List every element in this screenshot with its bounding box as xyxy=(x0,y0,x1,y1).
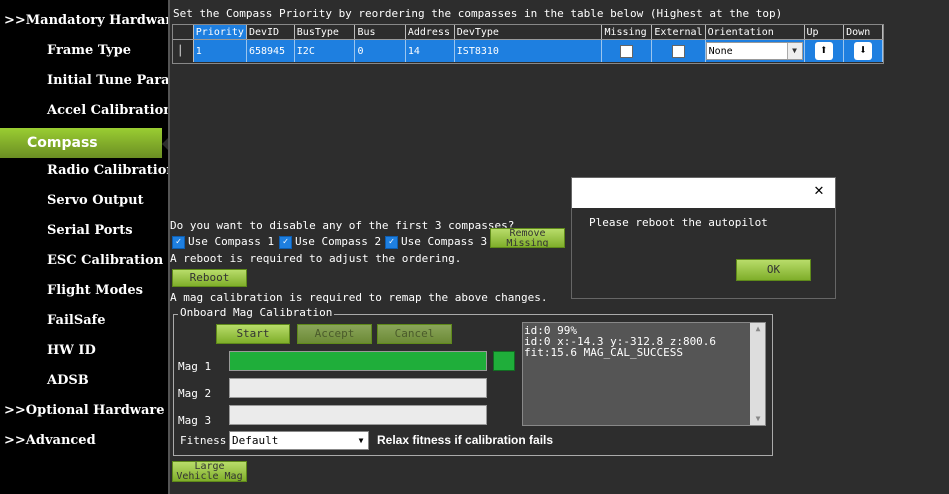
col-up[interactable]: Up xyxy=(804,25,845,40)
mag2-progress-bar xyxy=(229,378,487,398)
log-line: fit:15.6 MAG_CAL_SUCCESS xyxy=(524,346,683,359)
col-external[interactable]: External xyxy=(651,25,706,40)
col-devtype[interactable]: DevType xyxy=(454,25,603,40)
panel-divider xyxy=(168,0,170,494)
sidebar-item-optional-hardware[interactable]: >>Optional Hardware xyxy=(4,396,165,426)
priority-instruction: Set the Compass Priority by reordering t… xyxy=(173,7,783,20)
col-down[interactable]: Down xyxy=(843,25,883,40)
cancel-button[interactable]: Cancel xyxy=(377,324,452,344)
start-button[interactable]: Start xyxy=(216,324,290,344)
sidebar-item-label: ESC Calibration xyxy=(47,253,164,268)
reboot-button[interactable]: Reboot xyxy=(172,269,247,287)
sidebar-item-frame-type[interactable]: Frame Type xyxy=(47,36,131,66)
col-bustype[interactable]: BusType xyxy=(294,25,356,40)
sidebar-item-label: Flight Modes xyxy=(47,283,143,298)
sidebar-item-accel-calibration[interactable]: Accel Calibration xyxy=(47,96,168,126)
orientation-select[interactable]: None ▼ xyxy=(705,42,803,60)
sidebar-item-flight-modes[interactable]: Flight Modes xyxy=(47,276,143,306)
sidebar-item-label: Frame Type xyxy=(47,43,131,58)
disable-question: Do you want to disable any of the first … xyxy=(170,219,515,232)
cell-priority: 1 xyxy=(193,39,247,62)
cell-bustype: I2C xyxy=(294,39,356,62)
calibration-log[interactable]: id:0 99% id:0 x:-14.3 y:-312.8 z:800.6 f… xyxy=(522,322,766,426)
use-compass-1-checkbox[interactable]: ✓ xyxy=(172,236,185,249)
sidebar-item-failsafe[interactable]: FailSafe xyxy=(47,306,106,336)
sidebar-item-hw-id[interactable]: HW ID xyxy=(47,336,96,366)
sidebar-item-label: >>Optional Hardware xyxy=(4,403,165,418)
sidebar-item-compass[interactable]: Compass xyxy=(0,128,162,158)
sidebar-item-servo-output[interactable]: Servo Output xyxy=(47,186,144,216)
col-orientation[interactable]: Orientation xyxy=(705,25,805,40)
scroll-down-icon[interactable]: ▼ xyxy=(750,413,765,425)
sidebar-item-serial-ports[interactable]: Serial Ports xyxy=(47,216,133,246)
cell-devid: 658945 xyxy=(246,39,295,62)
sidebar-item-label: Serial Ports xyxy=(47,223,133,238)
sidebar-item-advanced[interactable]: >>Advanced xyxy=(4,426,96,456)
mag1-label: Mag 1 xyxy=(178,360,212,373)
ok-button[interactable]: OK xyxy=(736,259,811,281)
sidebar-item-label: >>Mandatory Hardware xyxy=(4,13,168,28)
close-icon[interactable]: ✕ xyxy=(811,182,827,198)
col-bus[interactable]: Bus xyxy=(354,25,406,40)
mag2-label: Mag 2 xyxy=(178,387,212,400)
chevron-down-icon: ▼ xyxy=(354,432,368,449)
col-missing[interactable]: Missing xyxy=(601,25,653,40)
move-up-icon[interactable]: ⬆ xyxy=(814,42,833,60)
large-vehicle-mag-button[interactable]: Large Vehicle Mag xyxy=(172,461,247,482)
sidebar-item-label: Servo Output xyxy=(47,193,144,208)
sidebar-item-radio-calibration[interactable]: Radio Calibration xyxy=(47,156,168,186)
sidebar-item-label: ADSB xyxy=(47,373,89,388)
sidebar-item-label: Radio Calibration xyxy=(47,163,168,178)
remove-missing-button[interactable]: Remove Missing xyxy=(490,228,565,248)
col-address[interactable]: Address xyxy=(405,25,455,40)
mag3-label: Mag 3 xyxy=(178,414,212,427)
use-compass-1-label: Use Compass 1 xyxy=(188,235,275,248)
onboard-mag-calibration-title: Onboard Mag Calibration xyxy=(178,306,335,319)
fitness-select[interactable]: Default ▼ xyxy=(229,431,369,450)
use-compass-2-checkbox[interactable]: ✓ xyxy=(279,236,292,249)
external-checkbox[interactable] xyxy=(671,44,685,58)
mag1-status-indicator xyxy=(493,351,515,371)
fitness-label: Fitness xyxy=(180,434,227,447)
move-down-icon[interactable]: ⬇ xyxy=(854,42,873,60)
fitness-value: Default xyxy=(232,434,279,447)
dialog-message: Please reboot the autopilot xyxy=(589,216,768,229)
chevron-down-icon: ▼ xyxy=(786,43,802,59)
sidebar-item-label: FailSafe xyxy=(47,313,106,328)
log-scrollbar[interactable]: ▲ ▼ xyxy=(750,323,765,425)
mag1-progress-fill xyxy=(230,352,486,370)
missing-checkbox[interactable] xyxy=(620,44,634,58)
col-devid[interactable]: DevID xyxy=(246,25,295,40)
sidebar-item-mandatory-hardware[interactable]: >>Mandatory Hardware xyxy=(4,6,168,36)
mag1-progress-bar xyxy=(229,351,487,371)
sidebar-item-initial-tune[interactable]: Initial Tune Parameters xyxy=(47,66,168,96)
mag-cal-note: A mag calibration is required to remap t… xyxy=(170,291,548,304)
sidebar-item-label: Accel Calibration xyxy=(47,103,168,118)
dialog-header: ✕ xyxy=(572,178,835,208)
use-compass-2-label: Use Compass 2 xyxy=(295,235,382,248)
accept-button[interactable]: Accept xyxy=(297,324,372,344)
cell-bus: 0 xyxy=(354,39,406,62)
use-compass-3-checkbox[interactable]: ✓ xyxy=(385,236,398,249)
sidebar-item-label: HW ID xyxy=(47,343,96,358)
sidebar-item-label: >>Advanced xyxy=(4,433,96,448)
table-row[interactable]: ▏ 1 658945 I2C 0 14 IST8310 None ▼ ⬆ ⬇ xyxy=(173,39,883,62)
relax-fitness-label: Relax fitness if calibration fails xyxy=(377,433,554,447)
cell-address: 14 xyxy=(405,39,455,62)
sidebar-item-adsb[interactable]: ADSB xyxy=(47,366,89,396)
scroll-up-icon[interactable]: ▲ xyxy=(750,323,765,335)
use-compass-3-label: Use Compass 3 xyxy=(401,235,488,248)
row-selector[interactable]: ▏ xyxy=(173,39,194,62)
col-priority[interactable]: Priority xyxy=(193,25,247,40)
sidebar-item-label: Initial Tune Parameters xyxy=(47,73,168,88)
cell-devtype: IST8310 xyxy=(454,39,603,62)
compass-priority-table: Priority DevID BusType Bus Address DevTy… xyxy=(172,24,884,64)
orientation-value: None xyxy=(708,46,733,57)
mag3-progress-bar xyxy=(229,405,487,425)
reboot-note: A reboot is required to adjust the order… xyxy=(170,252,462,265)
sidebar-item-esc-calibration[interactable]: ESC Calibration xyxy=(47,246,163,276)
sidebar: >>Mandatory Hardware Frame Type Initial … xyxy=(0,0,168,494)
reboot-dialog: ✕ Please reboot the autopilot OK xyxy=(571,177,836,299)
sidebar-item-label: Compass xyxy=(27,135,98,151)
